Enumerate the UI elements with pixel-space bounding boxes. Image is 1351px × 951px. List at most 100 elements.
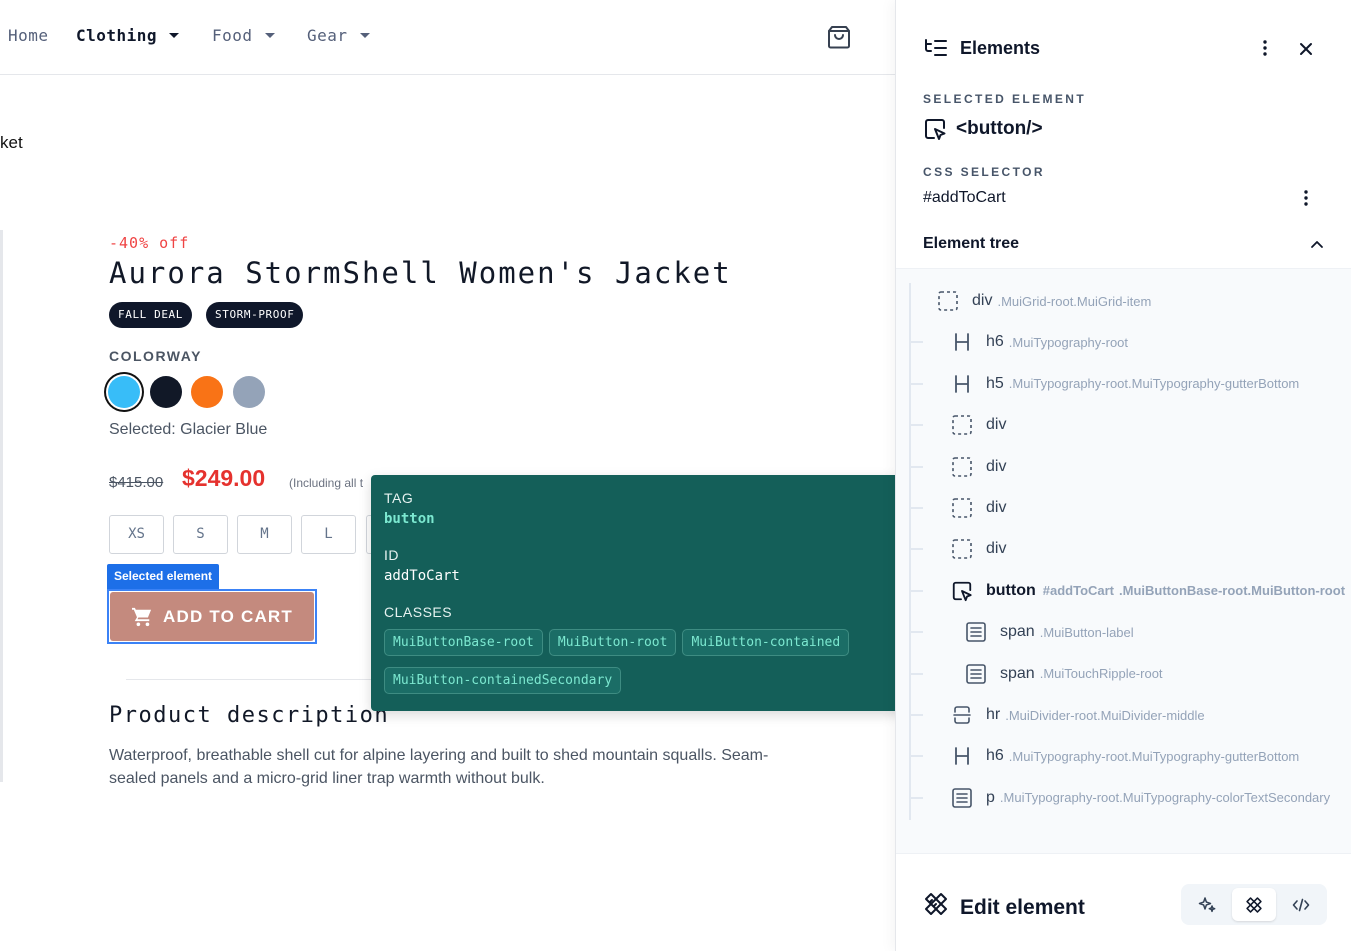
tree-node-id: #addToCart bbox=[1042, 583, 1115, 599]
sale-price: $249.00 bbox=[182, 465, 266, 491]
container-icon bbox=[937, 290, 959, 312]
tree-row-h5[interactable]: h5 .MuiTypography-root.MuiTypography-gutt… bbox=[896, 369, 1351, 399]
nav-clothing-label: Clothing bbox=[76, 26, 158, 45]
tree-row-div[interactable]: div bbox=[896, 410, 1351, 440]
tree-row-h6[interactable]: h6 .MuiTypography-root bbox=[896, 327, 1351, 357]
tree-row-div[interactable]: div bbox=[896, 452, 1351, 482]
class-chip: MuiButtonBase-root bbox=[384, 629, 543, 656]
text-block-icon bbox=[965, 621, 987, 643]
tree-node-tag: span bbox=[1000, 623, 1035, 641]
tag-chip-storm-proof: STORM-PROOF bbox=[206, 302, 304, 328]
tree-row-h6[interactable]: h6 .MuiTypography-root.MuiTypography-gutt… bbox=[896, 741, 1351, 771]
css-selector-label: CSS SELECTOR bbox=[923, 165, 1045, 179]
tree-node-tag: p bbox=[986, 788, 995, 806]
tree-connector bbox=[909, 341, 923, 344]
price-note: (Including all t bbox=[289, 476, 364, 490]
color-swatch-orange[interactable] bbox=[191, 376, 223, 408]
caret-down-icon bbox=[264, 33, 275, 38]
tree-connector bbox=[909, 382, 923, 385]
code-icon[interactable] bbox=[1279, 888, 1323, 921]
edit-element-bar: Edit element bbox=[896, 855, 1351, 951]
element-tree: div .MuiGrid-root.MuiGrid-item h6 .MuiTypog… bbox=[896, 268, 1351, 854]
size-button-s[interactable]: S bbox=[173, 515, 228, 554]
sparkles-icon[interactable] bbox=[1185, 888, 1229, 921]
color-swatch-navy[interactable] bbox=[150, 376, 182, 408]
tree-connector bbox=[909, 507, 923, 509]
divider-icon bbox=[951, 704, 973, 726]
tree-node-tag: h6 bbox=[986, 747, 1004, 765]
tree-row-div[interactable]: div .MuiGrid-root.MuiGrid-item bbox=[896, 286, 1351, 316]
size-button-l[interactable]: L bbox=[301, 515, 356, 554]
tree-row-div[interactable]: div bbox=[896, 534, 1351, 564]
tree-node-tag: button bbox=[986, 581, 1036, 599]
tree-connector bbox=[909, 548, 923, 551]
tree-node-tag: div bbox=[986, 457, 1007, 475]
shopping-bag-icon[interactable] bbox=[826, 24, 852, 50]
tree-connector bbox=[909, 465, 923, 468]
chevron-up-icon[interactable] bbox=[1308, 236, 1326, 254]
product-title: Aurora StormShell Women's Jacket bbox=[109, 256, 732, 290]
container-icon bbox=[951, 414, 973, 436]
tag-chip-fall-deal: FALL DEAL bbox=[109, 302, 193, 328]
more-vertical-icon[interactable] bbox=[1296, 188, 1316, 208]
tree-connector bbox=[909, 755, 923, 758]
divider bbox=[126, 679, 386, 680]
original-price: $415.00 bbox=[109, 474, 164, 491]
color-swatch-glacier-blue[interactable] bbox=[108, 376, 140, 408]
nav-clothing[interactable]: Clothing bbox=[76, 26, 180, 45]
tooltip-id-label: ID bbox=[384, 547, 399, 563]
cursor-click-icon bbox=[923, 117, 947, 146]
container-icon bbox=[951, 538, 973, 560]
tree-node-tag: h5 bbox=[986, 374, 1004, 392]
add-to-cart-button[interactable]: ADD TO CART bbox=[110, 592, 314, 641]
tooltip-tag-label: TAG bbox=[384, 490, 414, 506]
element-info-tooltip: TAG button ID addToCart CLASSES MuiButto… bbox=[371, 475, 945, 711]
tree-row-span[interactable]: span .MuiButton-label bbox=[896, 617, 1351, 647]
tree-row-p[interactable]: p .MuiTypography-root.MuiTypography-color… bbox=[896, 783, 1351, 813]
size-button-xs[interactable]: XS bbox=[109, 515, 164, 554]
tree-node-classes: .MuiTypography-root.MuiTypography-gutter… bbox=[1008, 748, 1300, 764]
panel-header: Elements bbox=[896, 0, 1351, 90]
close-icon[interactable] bbox=[1296, 39, 1316, 59]
tree-row-div[interactable]: div bbox=[896, 493, 1351, 523]
tree-row-button[interactable]: button #addToCart .MuiButtonBase-root.MuiB… bbox=[896, 576, 1351, 606]
caret-down-icon bbox=[359, 33, 370, 38]
panel-title: Elements bbox=[960, 38, 1041, 58]
tooltip-class-list: MuiButtonBase-root MuiButton-root MuiBut… bbox=[384, 629, 904, 694]
tree-connector bbox=[909, 796, 923, 799]
class-chip: MuiButton-root bbox=[548, 629, 677, 656]
caret-down-icon bbox=[169, 33, 180, 38]
description-text: Waterproof, breathable shell cut for alp… bbox=[109, 747, 769, 787]
class-chip: MuiButton-containedSecondary bbox=[384, 667, 622, 694]
class-chip: MuiButton-contained bbox=[682, 629, 850, 656]
navbar: Home Clothing Food Gear bbox=[0, 0, 895, 75]
nav-gear-label: Gear bbox=[307, 26, 348, 45]
selected-element-label: SELECTED ELEMENT bbox=[923, 92, 1087, 106]
column-divider bbox=[0, 230, 3, 782]
tree-node-classes: .MuiTypography-root bbox=[1008, 334, 1129, 350]
color-swatch-slate[interactable] bbox=[233, 376, 265, 408]
edit-mode-toggle bbox=[1181, 884, 1327, 925]
tree-node-classes: .MuiTypography-root.MuiTypography-gutter… bbox=[1008, 376, 1300, 392]
tree-connector bbox=[909, 631, 923, 634]
nav-food[interactable]: Food bbox=[212, 26, 275, 45]
tooltip-tag-value: button bbox=[384, 511, 435, 527]
discount-label: -40% off bbox=[109, 234, 190, 252]
tree-connector bbox=[909, 714, 923, 716]
tree-row-span[interactable]: span .MuiTouchRipple-root bbox=[896, 659, 1351, 689]
nav-home[interactable]: Home bbox=[8, 26, 49, 45]
element-tree-title[interactable]: Element tree bbox=[923, 235, 1019, 253]
cart-icon bbox=[132, 607, 152, 626]
tooltip-classes-label: CLASSES bbox=[384, 604, 453, 620]
selected-element-badge: Selected element bbox=[107, 564, 220, 589]
tree-row-hr[interactable]: hr .MuiDivider-root.MuiDivider-middle bbox=[896, 700, 1351, 730]
design-tools-icon[interactable] bbox=[1232, 888, 1276, 921]
tree-connector bbox=[909, 672, 923, 675]
tree-node-tag: h6 bbox=[986, 333, 1004, 351]
css-selector-value: #addToCart bbox=[923, 189, 1006, 206]
more-vertical-icon[interactable] bbox=[1255, 38, 1275, 58]
tree-connector bbox=[909, 424, 923, 427]
size-button-m[interactable]: M bbox=[237, 515, 292, 554]
nav-gear[interactable]: Gear bbox=[307, 26, 370, 45]
colorway-label: COLORWAY bbox=[109, 348, 202, 364]
